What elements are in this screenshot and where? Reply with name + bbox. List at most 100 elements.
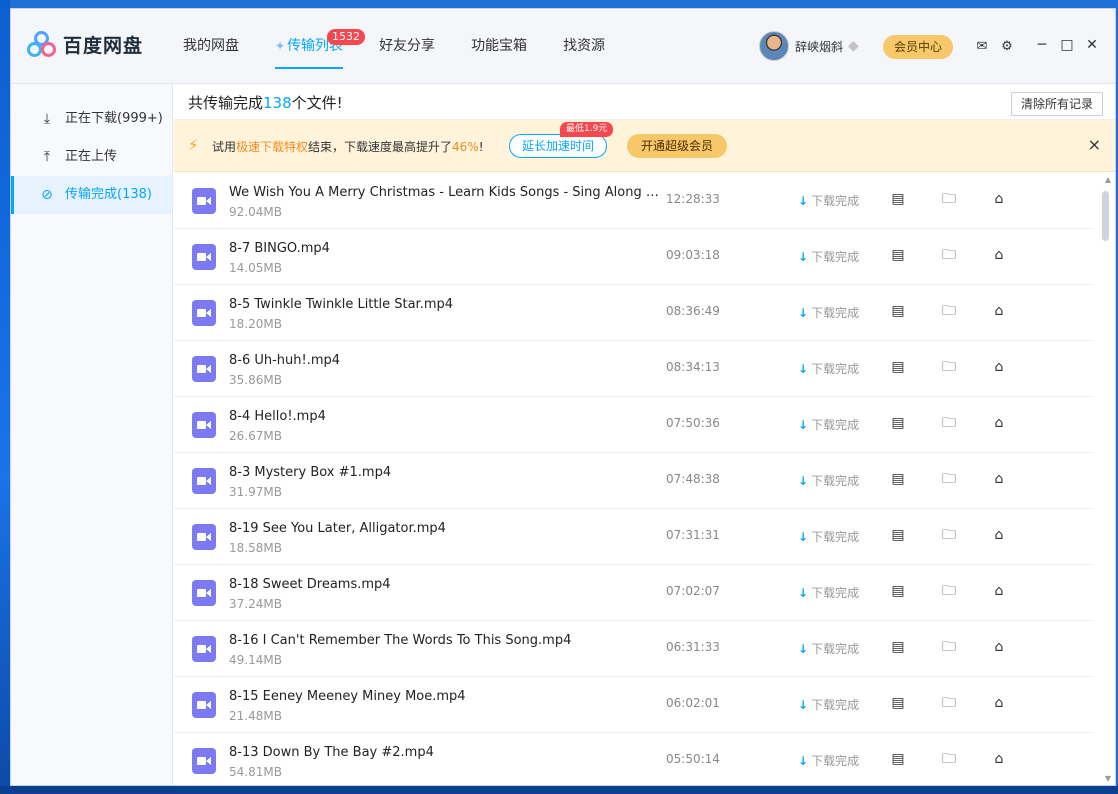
scrollbar-thumb[interactable] [1102, 191, 1109, 241]
mail-icon[interactable]: ✉ [974, 39, 990, 55]
delete-basket-icon[interactable]: ⌂ [990, 470, 1008, 488]
file-details-icon[interactable]: ▤ [889, 526, 907, 544]
file-details-icon[interactable]: ▤ [889, 414, 907, 432]
file-time: 05:50:14 [666, 752, 720, 766]
desktop-background [0, 0, 10, 794]
nav-my-disk[interactable]: 我的网盘 [183, 9, 239, 84]
file-row[interactable]: 8-13 Down By The Bay #2.mp4 54.81MB 05:50:… [174, 733, 1093, 785]
maximize-icon[interactable]: □ [1060, 37, 1074, 53]
open-super-vip-button[interactable]: 开通超级会员 [627, 134, 728, 158]
nav-find-resources[interactable]: 找资源 [563, 9, 605, 84]
file-details-icon[interactable]: ▤ [889, 750, 907, 768]
open-folder-icon[interactable]: 🗀 [940, 750, 958, 768]
file-details-icon[interactable]: ▤ [889, 582, 907, 600]
user-profile[interactable]: 辞峡烟斜 ◆ [759, 31, 864, 61]
delete-basket-icon[interactable]: ⌂ [990, 750, 1008, 768]
file-details-icon[interactable]: ▤ [889, 470, 907, 488]
speed-promo-banner: ⚡ 试用极速下载特权结束，下载速度最高提升了46%! 延长加速时间 最低1.9元… [174, 120, 1115, 172]
open-folder-icon[interactable]: 🗀 [940, 414, 958, 432]
main-header: 共传输完成138个文件! 清除所有记录 [174, 84, 1115, 120]
file-row[interactable]: 8-4 Hello!.mp4 26.67MB 07:50:36 ↓ 下载完成 ▤ 🗀 ⌂ [174, 397, 1093, 453]
file-size: 37.24MB [229, 597, 282, 611]
download-arrow-icon: ↓ [798, 530, 809, 544]
cloud-logo-icon [25, 29, 57, 59]
file-details-icon[interactable]: ▤ [889, 638, 907, 656]
file-details-icon[interactable]: ▤ [889, 190, 907, 208]
open-folder-icon[interactable]: 🗀 [940, 582, 958, 600]
open-folder-icon[interactable]: 🗀 [940, 694, 958, 712]
summary-count: 138 [263, 94, 292, 112]
sidebar-item-uploading[interactable]: ⤒ 正在上传 [11, 138, 172, 176]
delete-basket-icon[interactable]: ⌂ [990, 190, 1008, 208]
file-row[interactable]: 8-19 See You Later, Alligator.mp4 18.58MB… [174, 509, 1093, 565]
vip-center-button[interactable]: 会员中心 [883, 35, 953, 59]
file-row[interactable]: 8-16 I Can't Remember The Words To This … [174, 621, 1093, 677]
file-time: 07:02:07 [666, 584, 720, 598]
scroll-down-icon[interactable]: ▼ [1105, 774, 1111, 783]
delete-basket-icon[interactable]: ⌂ [990, 302, 1008, 320]
promo-percent: 46% [452, 140, 479, 154]
delete-basket-icon[interactable]: ⌂ [990, 246, 1008, 264]
file-details-icon[interactable]: ▤ [889, 246, 907, 264]
file-row[interactable]: 8-6 Uh-huh!.mp4 35.86MB 08:34:13 ↓ 下载完成 ▤ 🗀 ⌂ [174, 341, 1093, 397]
sidebar-item-downloading[interactable]: ⤓ 正在下载(999+) [11, 100, 172, 138]
scrollbar[interactable]: ▲ ▼ [1095, 173, 1115, 785]
open-folder-icon[interactable]: 🗀 [940, 358, 958, 376]
file-row[interactable]: 8-7 BINGO.mp4 14.05MB 09:03:18 ↓ 下载完成 ▤ 🗀 ⌂ [174, 229, 1093, 285]
file-time: 08:34:13 [666, 360, 720, 374]
sidebar-item-label: 正在上传 [65, 149, 118, 164]
avatar[interactable] [759, 31, 789, 61]
file-row[interactable]: 8-5 Twinkle Twinkle Little Star.mp4 18.20… [174, 285, 1093, 341]
download-arrow-icon: ↓ [798, 362, 809, 376]
file-row[interactable]: 8-15 Eeney Meeney Miney Moe.mp4 21.48MB 06… [174, 677, 1093, 733]
delete-basket-icon[interactable]: ⌂ [990, 694, 1008, 712]
open-folder-icon[interactable]: 🗀 [940, 638, 958, 656]
delete-basket-icon[interactable]: ⌂ [990, 638, 1008, 656]
username: 辞峡烟斜 [795, 39, 844, 54]
file-row[interactable]: 8-3 Mystery Box #1.mp4 31.97MB 07:48:38 ↓ 下载… [174, 453, 1093, 509]
app-logo[interactable]: 百度网盘 [25, 29, 143, 59]
open-folder-icon[interactable]: 🗀 [940, 190, 958, 208]
delete-basket-icon[interactable]: ⌂ [990, 414, 1008, 432]
close-window-icon[interactable]: ✕ [1085, 37, 1099, 53]
status-text: 下载完成 [811, 474, 860, 488]
nav-transfer-list[interactable]: ✦ 传输列表 1532 [275, 9, 365, 84]
scroll-up-icon[interactable]: ▲ [1105, 175, 1111, 184]
file-size: 14.05MB [229, 261, 282, 275]
promo-text: 结束，下载速度最高提升了 [308, 140, 453, 154]
delete-basket-icon[interactable]: ⌂ [990, 358, 1008, 376]
download-arrow-icon: ↓ [798, 754, 809, 768]
sidebar-item-completed[interactable]: ⊘ 传输完成(138) [11, 176, 172, 214]
close-promo-icon[interactable]: × [1088, 136, 1101, 154]
file-size: 35.86MB [229, 373, 282, 387]
file-details-icon[interactable]: ▤ [889, 694, 907, 712]
nav-toolbox[interactable]: 功能宝箱 [471, 9, 527, 84]
status-text: 下载完成 [811, 250, 860, 264]
file-row[interactable]: We Wish You A Merry Christmas - Learn Ki… [174, 173, 1093, 229]
delete-basket-icon[interactable]: ⌂ [990, 526, 1008, 544]
file-details-icon[interactable]: ▤ [889, 302, 907, 320]
file-details-icon[interactable]: ▤ [889, 358, 907, 376]
video-file-icon [192, 692, 216, 718]
check-circle-icon: ⊘ [41, 187, 53, 203]
open-folder-icon[interactable]: 🗀 [940, 526, 958, 544]
download-arrow-icon: ↓ [798, 586, 809, 600]
open-folder-icon[interactable]: 🗀 [940, 470, 958, 488]
settings-gear-icon[interactable]: ⚙ [999, 39, 1015, 55]
extend-speedup-button[interactable]: 延长加速时间 [509, 134, 608, 158]
file-row[interactable]: 8-18 Sweet Dreams.mp4 37.24MB 07:02:07 ↓ 下载完… [174, 565, 1093, 621]
download-arrow-icon: ↓ [798, 698, 809, 712]
download-status: ↓ 下载完成 [798, 584, 859, 601]
download-arrow-icon: ↓ [798, 474, 809, 488]
minimize-icon[interactable]: ─ [1035, 37, 1049, 53]
file-size: 31.97MB [229, 485, 282, 499]
transfer-summary: 共传输完成138个文件! [188, 92, 343, 113]
delete-basket-icon[interactable]: ⌂ [990, 582, 1008, 600]
summary-suffix: 个文件! [291, 94, 343, 112]
open-folder-icon[interactable]: 🗀 [940, 302, 958, 320]
open-folder-icon[interactable]: 🗀 [940, 246, 958, 264]
nav-friend-share[interactable]: 好友分享 [379, 9, 435, 84]
file-size: 26.67MB [229, 429, 282, 443]
file-name: 8-3 Mystery Box #1.mp4 [229, 465, 392, 480]
clear-all-records-button[interactable]: 清除所有记录 [1010, 92, 1103, 116]
